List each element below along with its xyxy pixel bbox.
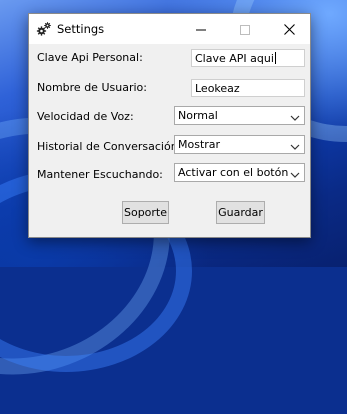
window-title: Settings	[57, 22, 105, 36]
settings-window: Settings Clave Api Personal: Clave API a…	[28, 13, 311, 238]
history-select[interactable]: Mostrar	[174, 135, 305, 154]
maximize-icon	[240, 20, 250, 39]
history-label: Historial de Conversación:	[37, 140, 182, 153]
username-value: Leokeaz	[195, 82, 240, 95]
api-key-value: Clave API aqui	[195, 52, 274, 65]
save-button[interactable]: Guardar	[216, 201, 265, 224]
api-key-label: Clave Api Personal:	[37, 51, 143, 64]
history-value: Mostrar	[178, 138, 221, 151]
close-icon	[283, 20, 295, 39]
chevron-down-icon	[290, 141, 300, 150]
title-bar[interactable]: Settings	[29, 14, 310, 44]
maximize-button[interactable]	[223, 14, 267, 44]
api-key-input[interactable]: Clave API aqui	[191, 49, 305, 67]
close-button[interactable]	[267, 14, 311, 44]
username-input[interactable]: Leokeaz	[191, 79, 305, 97]
voice-speed-value: Normal	[178, 109, 218, 122]
minimize-icon	[196, 20, 206, 39]
keep-listening-value: Activar con el botón	[178, 166, 289, 179]
voice-speed-select[interactable]: Normal	[174, 106, 305, 125]
support-button[interactable]: Soporte	[122, 201, 169, 224]
text-caret	[274, 52, 276, 64]
keep-listening-select[interactable]: Activar con el botón	[174, 163, 305, 182]
username-label: Nombre de Usuario:	[37, 81, 147, 94]
chevron-down-icon	[290, 169, 300, 178]
keep-listening-label: Mantener Escuchando:	[37, 168, 163, 181]
chevron-down-icon	[290, 112, 300, 121]
voice-speed-label: Velocidad de Voz:	[37, 110, 134, 123]
minimize-button[interactable]	[179, 14, 223, 44]
gears-icon	[36, 21, 52, 37]
